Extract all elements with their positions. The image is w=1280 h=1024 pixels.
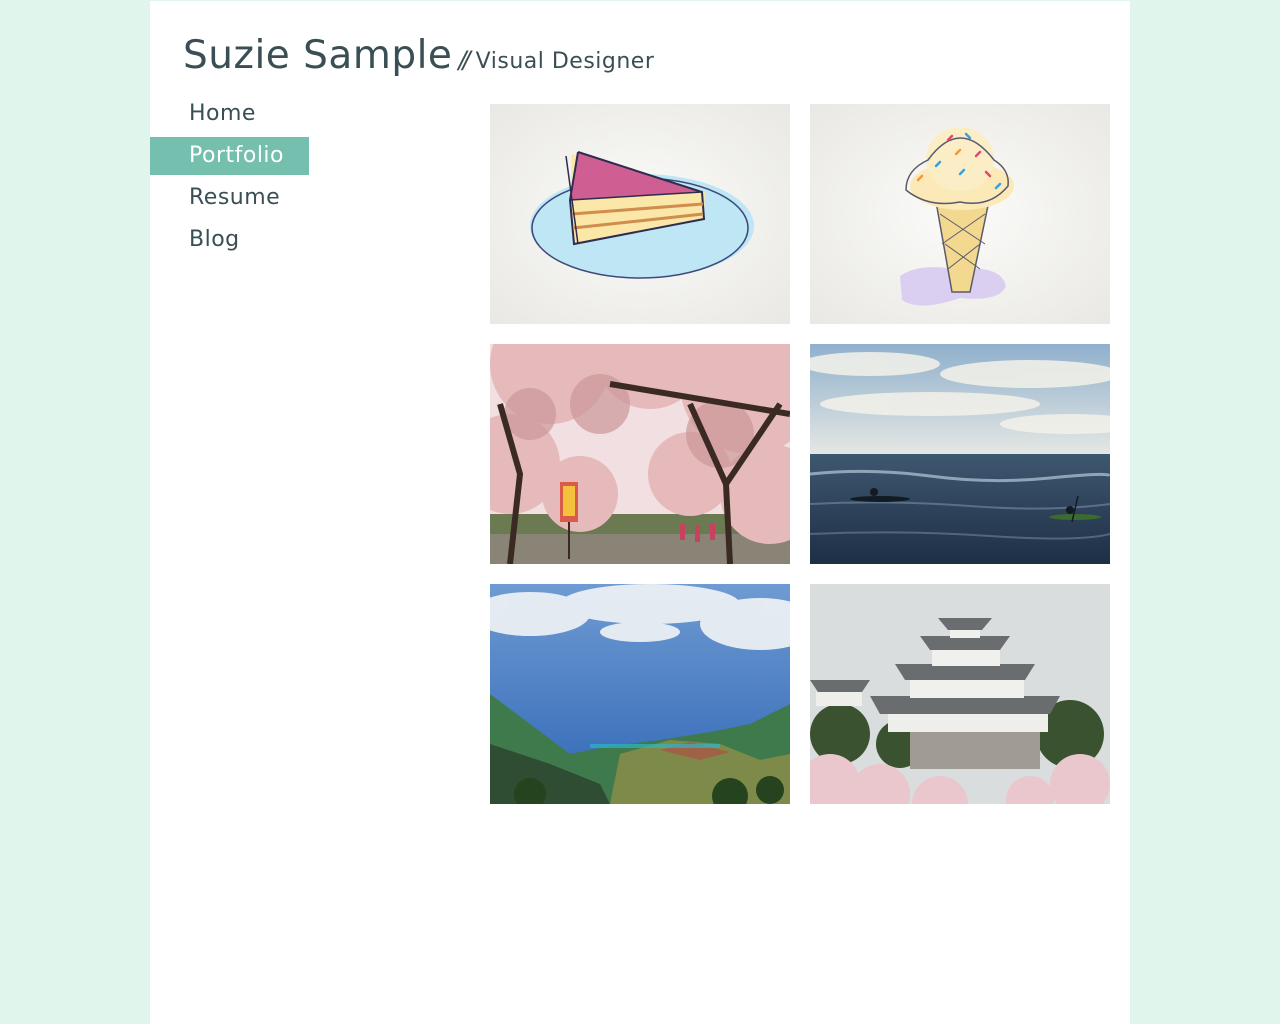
portfolio-thumb-cake[interactable] — [490, 104, 790, 324]
portfolio-thumb-ice-cream[interactable] — [810, 104, 1110, 324]
site-title[interactable]: Suzie Sample — [183, 33, 452, 78]
portfolio-thumb-castle[interactable] — [810, 584, 1110, 804]
site-tagline: Visual Designer — [475, 49, 655, 74]
coastal-valley-photo — [490, 584, 790, 804]
page-container: Suzie Sample// Visual Designer Home Port… — [150, 1, 1130, 1024]
ocean-kayak-photo — [810, 344, 1110, 564]
cherry-blossom-photo — [490, 344, 790, 564]
ice-cream-illustration — [810, 104, 1110, 324]
nav-item-home[interactable]: Home — [150, 95, 309, 133]
nav-item-resume[interactable]: Resume — [150, 179, 309, 217]
nav-item-portfolio[interactable]: Portfolio — [150, 137, 309, 175]
portfolio-thumb-coast[interactable] — [490, 584, 790, 804]
portfolio-thumb-ocean[interactable] — [810, 344, 1110, 564]
cake-illustration — [490, 104, 790, 324]
site-header: Suzie Sample// Visual Designer — [183, 33, 654, 78]
castle-photo — [810, 584, 1110, 804]
nav-item-blog[interactable]: Blog — [150, 221, 309, 259]
main-nav: Home Portfolio Resume Blog — [150, 95, 309, 263]
title-separator: // — [458, 46, 470, 74]
portfolio-thumb-cherry-blossom[interactable] — [490, 344, 790, 564]
